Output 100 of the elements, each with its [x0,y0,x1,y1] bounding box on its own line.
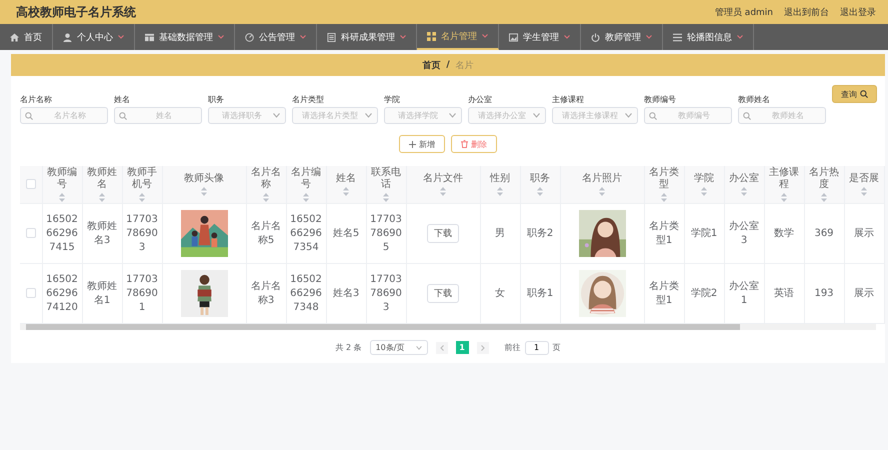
filter-label: 名片类型 [292,94,325,104]
table-cell: 名片类型1 [649,280,679,306]
sort-icon[interactable] [303,193,309,202]
page-input[interactable]: 1 [524,340,549,354]
search-icon [743,112,751,120]
picture-icon [509,32,518,42]
filter-label: 教师编号 [644,94,677,104]
power-icon [591,32,600,42]
caret-icon [737,35,743,39]
search-icon [119,112,127,120]
table-cell: 女 [495,288,505,298]
sort-icon[interactable] [343,187,349,196]
next-page-button[interactable] [476,342,489,354]
table-cell: 165026629674120 [46,274,78,312]
sort-icon[interactable] [99,193,105,202]
table-cell: 名片名称5 [251,220,281,246]
chevron-left-icon [440,344,444,350]
table-cell: 16502662967415 [46,214,78,252]
table-cell: 17703786903 [370,274,402,312]
table-cell: 17703786901 [126,274,158,312]
select-field[interactable]: 请选择主修课程 [552,107,638,124]
sort-icon[interactable] [139,193,145,202]
document-icon [327,32,336,42]
caret-icon [533,113,540,118]
total-count: 共 2 条 [335,342,362,353]
table-cell: 姓名5 [332,228,360,238]
table-cell: 办公室1 [729,280,759,306]
list-icon [673,32,682,42]
caret-icon [273,113,280,118]
table-cell: 展示 [854,228,874,238]
search-icon [860,90,868,98]
checkbox[interactable] [26,179,36,190]
query-button[interactable]: 查询 [832,85,877,103]
filter-label: 学院 [384,94,401,104]
sort-icon[interactable] [821,193,827,202]
table-cell: 男 [495,228,505,238]
delete-button[interactable]: 删除 [451,135,497,153]
app-title: 高校教师电子名片系统 [16,4,136,20]
download-button[interactable]: 下载 [427,284,459,303]
previous-page-button[interactable] [436,342,448,354]
caret-icon [564,35,570,39]
table-cell: 16502662967348 [290,274,322,312]
filter-label: 办公室 [468,94,493,104]
sort-icon[interactable] [861,187,867,196]
table-cell: 学院2 [690,288,718,298]
checkbox[interactable] [26,288,36,298]
filter-label: 姓名 [114,94,131,104]
scrollbar[interactable] [20,324,876,330]
sort-icon[interactable] [440,187,446,196]
sort-icon[interactable] [781,193,787,202]
select-field[interactable]: 请选择名片类型 [292,107,378,124]
table-cell: 英语 [774,288,794,298]
select-field[interactable]: 请选择办公室 [468,107,546,124]
sort-icon[interactable] [383,193,389,202]
table-cell: 17703786903 [126,214,158,252]
search-icon [25,112,33,120]
table-cell: 办公室3 [729,220,759,246]
table-cell: 教师姓名1 [87,280,117,306]
table-cell: 193 [814,288,834,298]
sort-icon[interactable] [741,187,747,196]
plus-icon [409,140,416,148]
search-field[interactable]: 教师编号 [644,107,732,124]
header-link[interactable]: 退出登录 [840,6,876,18]
table-cell: 姓名3 [332,288,360,298]
filter-label: 教师姓名 [738,94,771,104]
sort-icon[interactable] [701,187,707,196]
table-cell: 学院1 [690,228,718,238]
select-field[interactable]: 请选择职务 [208,107,286,124]
header-link[interactable]: 退出到前台 [784,6,829,18]
chevron-right-icon [480,344,485,350]
filter-label: 职务 [208,94,225,104]
search-field[interactable]: 名片名称 [20,107,108,124]
search-field[interactable]: 教师姓名 [738,107,826,124]
table-cell: 17703786905 [370,214,402,252]
add-button[interactable]: 新增 [399,135,445,153]
grid-icon [427,32,436,40]
table-cell: 名片名称3 [251,280,281,306]
sort-icon[interactable] [537,187,543,196]
caret-icon [625,113,632,118]
sort-icon[interactable] [497,187,503,196]
caret-icon [400,35,406,39]
select-field[interactable]: 请选择学院 [384,107,462,124]
caret-icon [416,346,422,350]
page-size-select[interactable]: 10条/页 [370,340,428,355]
search-field[interactable]: 姓名 [114,107,202,124]
table-cell: 16502662967354 [290,214,322,252]
sort-icon[interactable] [263,193,269,202]
sort-icon[interactable] [59,193,65,202]
caret-icon [482,34,488,38]
filter-label: 名片名称 [20,94,53,104]
table-cell: 教师姓名3 [87,220,117,246]
sort-icon[interactable] [201,187,207,196]
checkbox[interactable] [26,228,36,238]
sort-icon[interactable] [599,187,605,196]
breadcrumb-link[interactable]: 首页 [422,58,440,72]
search-icon [649,112,657,120]
page-suffix: 页 [552,342,561,353]
download-button[interactable]: 下载 [427,224,459,243]
table-cell: 展示 [854,288,874,298]
sort-icon[interactable] [661,193,667,202]
